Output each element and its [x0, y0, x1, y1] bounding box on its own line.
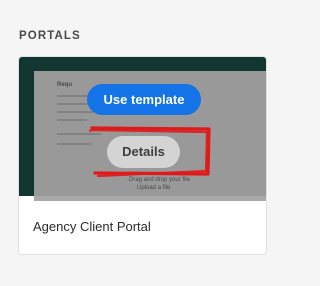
- template-title[interactable]: Agency Client Portal: [33, 219, 151, 234]
- hover-overlay: [19, 57, 266, 196]
- use-template-button[interactable]: Use template: [87, 84, 201, 115]
- section-label: PORTALS: [19, 30, 81, 42]
- template-preview[interactable]: Requ Drag and drop your file Upload a fi…: [19, 57, 266, 201]
- template-card[interactable]: Requ Drag and drop your file Upload a fi…: [18, 56, 267, 255]
- details-button[interactable]: Details: [107, 136, 180, 168]
